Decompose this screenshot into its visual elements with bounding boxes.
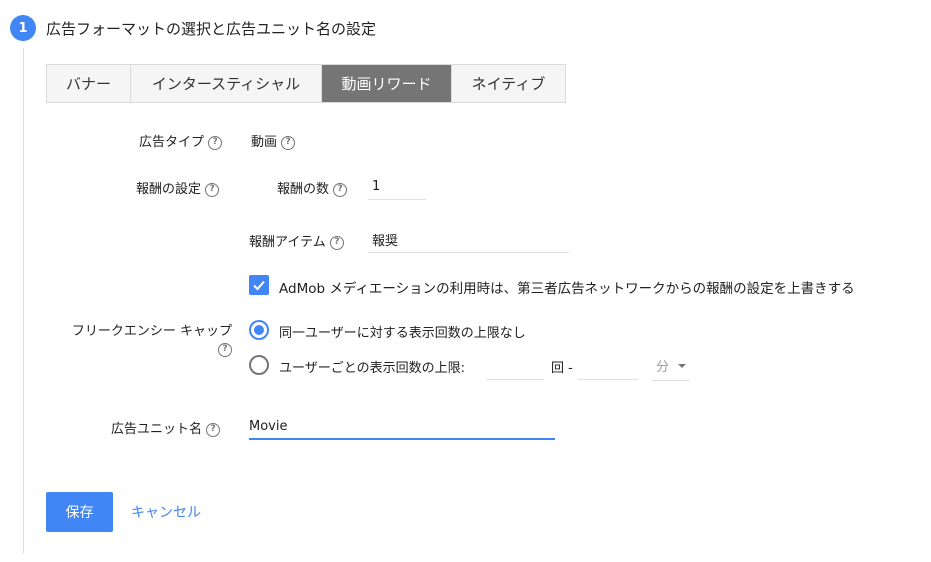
check-icon <box>253 280 265 291</box>
ad-type-value: 動画 ? <box>251 131 296 150</box>
tab-interstitial[interactable]: インタースティシャル <box>131 65 322 102</box>
ad-type-label: 広告タイプ ? <box>139 131 223 150</box>
reward-amount-label: 報酬の数 ? <box>277 178 348 197</box>
reward-item-input[interactable] <box>368 227 569 253</box>
frequency-unit-value: 分 <box>656 360 670 375</box>
reward-amount-label-text: 報酬の数 <box>277 182 330 197</box>
frequency-none-label: 同一ユーザーに対する表示回数の上限なし <box>279 326 526 341</box>
step-connector-line <box>23 48 24 553</box>
step-number-badge: 1 <box>10 15 36 41</box>
frequency-times-suffix: 回 - <box>551 361 573 376</box>
frequency-limit-label: ユーザーごとの表示回数の上限: <box>279 361 465 376</box>
ad-unit-name-label: 広告ユニット名 ? <box>111 418 221 437</box>
reward-item-label: 報酬アイテム ? <box>249 231 344 250</box>
reward-settings-label-text: 報酬の設定 <box>136 182 202 197</box>
tab-rewarded-video[interactable]: 動画リワード <box>322 65 452 102</box>
frequency-times-input[interactable] <box>486 354 544 380</box>
frequency-none-radio[interactable] <box>249 320 269 340</box>
tab-native[interactable]: ネイティブ <box>452 65 565 102</box>
frequency-period-input[interactable] <box>578 354 638 380</box>
help-icon[interactable]: ? <box>333 182 348 197</box>
step-title: 広告フォーマットの選択と広告ユニット名の設定 <box>46 20 377 38</box>
save-button[interactable]: 保存 <box>46 492 113 532</box>
override-reward-label: AdMob メディエーションの利用時は、第三者広告ネットワークからの報酬の設定を… <box>279 281 855 297</box>
radio-selected-dot <box>254 325 264 335</box>
help-icon[interactable]: ? <box>329 235 344 250</box>
help-icon[interactable]: ? <box>208 135 223 150</box>
reward-settings-label: 報酬の設定 ? <box>136 178 220 197</box>
ad-type-value-text: 動画 <box>251 135 278 150</box>
frequency-cap-label-text: フリークエンシー キャップ <box>71 324 232 339</box>
frequency-limit-radio[interactable] <box>249 355 269 375</box>
chevron-down-icon <box>678 363 686 368</box>
frequency-unit-select[interactable]: 分 <box>652 351 690 381</box>
ad-type-label-text: 広告タイプ <box>139 135 205 150</box>
help-icon[interactable]: ? <box>206 422 221 437</box>
reward-amount-input[interactable] <box>368 174 426 200</box>
reward-item-label-text: 報酬アイテム <box>249 235 326 250</box>
help-icon[interactable]: ? <box>205 182 220 197</box>
cancel-button[interactable]: キャンセル <box>131 502 201 522</box>
ad-unit-name-label-text: 広告ユニット名 <box>111 422 203 437</box>
tab-banner[interactable]: バナー <box>47 65 131 102</box>
ad-format-tabs: バナー インタースティシャル 動画リワード ネイティブ <box>46 64 566 103</box>
frequency-cap-label: フリークエンシー キャップ ? <box>60 320 232 357</box>
help-icon[interactable]: ? <box>218 342 232 357</box>
ad-unit-name-input[interactable] <box>249 414 555 440</box>
override-reward-checkbox[interactable] <box>249 275 269 295</box>
help-icon[interactable]: ? <box>281 135 296 150</box>
